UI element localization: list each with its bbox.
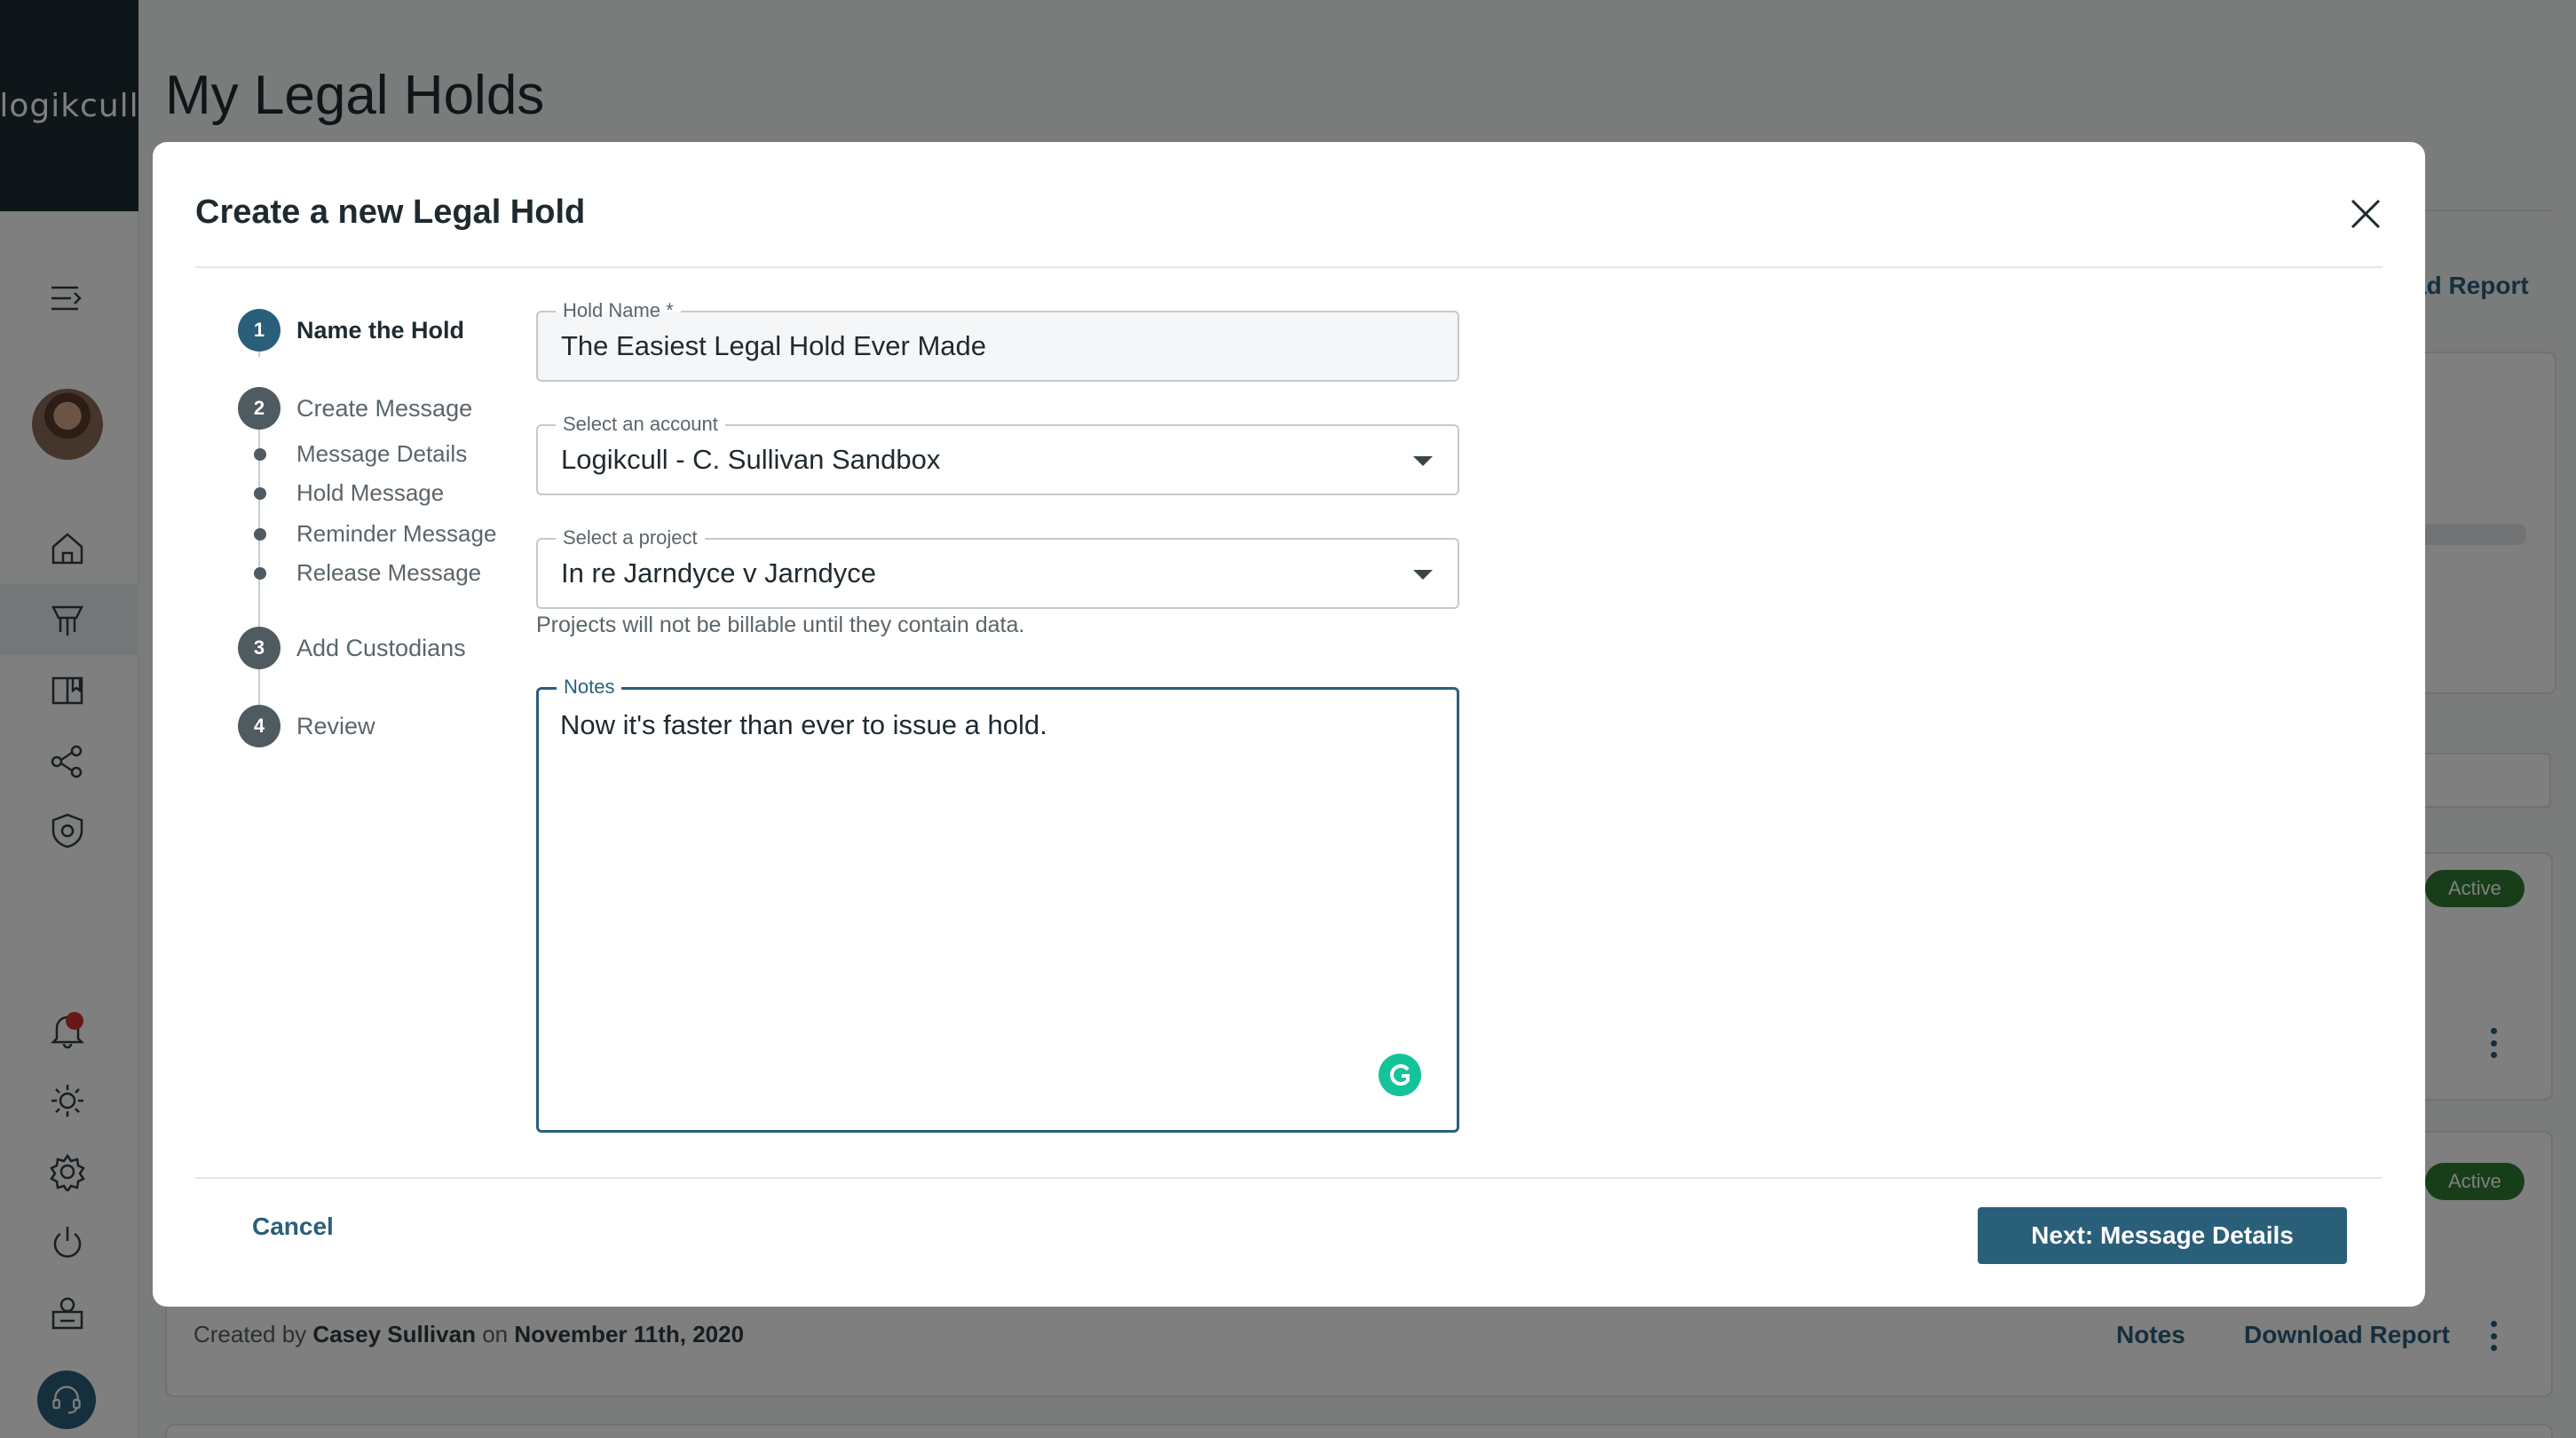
substep-label: Hold Message (296, 479, 445, 506)
substep-hold-message[interactable]: Hold Message (254, 479, 444, 507)
substep-reminder-message[interactable]: Reminder Message (254, 520, 496, 548)
notes-textarea[interactable]: Notes Now it's faster than ever to issue… (536, 675, 1459, 1133)
modal-title: Create a new Legal Hold (195, 194, 586, 231)
step-number: 2 (238, 387, 281, 430)
step-name-the-hold[interactable]: 1 Name the Hold (238, 309, 464, 352)
substep-message-details[interactable]: Message Details (254, 440, 467, 468)
project-value: In re Jarndyce v Jarndyce (561, 557, 876, 589)
chevron-down-icon (1413, 456, 1433, 466)
account-label: Select an account (556, 412, 725, 437)
hold-name-input[interactable]: Hold Name * The Easiest Legal Hold Ever … (536, 298, 1459, 382)
grammarly-icon[interactable] (1379, 1054, 1421, 1096)
account-value: Logikcull - C. Sullivan Sandbox (561, 444, 941, 475)
cancel-button[interactable]: Cancel (252, 1213, 334, 1241)
step-number: 1 (238, 309, 281, 352)
step-number: 3 (238, 627, 281, 669)
step-review[interactable]: 4 Review (238, 705, 375, 747)
hold-name-value: The Easiest Legal Hold Ever Made (561, 330, 987, 361)
header-divider (195, 266, 2382, 268)
stepper-line (258, 669, 260, 705)
substep-label: Release Message (296, 559, 482, 586)
substep-release-message[interactable]: Release Message (254, 559, 481, 587)
step-label: Add Custodians (296, 634, 466, 661)
create-legal-hold-modal: Create a new Legal Hold 1 Name the Hold … (153, 142, 2425, 1307)
footer-divider (195, 1177, 2382, 1179)
substep-dot (254, 447, 266, 461)
account-select[interactable]: Select an account Logikcull - C. Sulliva… (536, 412, 1459, 495)
project-label: Select a project (556, 525, 705, 550)
step-label: Name the Hold (296, 316, 465, 344)
substep-label: Message Details (296, 440, 468, 467)
notes-label: Notes (557, 675, 622, 699)
substep-dot (254, 486, 266, 500)
notes-value: Now it's faster than ever to issue a hol… (560, 709, 1047, 740)
close-button[interactable] (2343, 192, 2388, 236)
substep-dot (254, 566, 266, 580)
hold-name-label: Hold Name * (556, 298, 681, 323)
step-add-custodians[interactable]: 3 Add Custodians (238, 627, 466, 669)
step-number: 4 (238, 705, 281, 747)
substep-label: Reminder Message (296, 520, 497, 547)
next-message-details-button[interactable]: Next: Message Details (1978, 1207, 2347, 1264)
step-create-message[interactable]: 2 Create Message (238, 387, 472, 430)
chevron-down-icon (1413, 570, 1433, 580)
project-select[interactable]: Select a project In re Jarndyce v Jarndy… (536, 525, 1459, 609)
close-icon (2351, 199, 2381, 229)
project-helper-text: Projects will not be billable until they… (536, 612, 1025, 637)
step-label: Create Message (296, 394, 473, 422)
substep-dot (254, 527, 266, 541)
step-label: Review (296, 712, 375, 739)
